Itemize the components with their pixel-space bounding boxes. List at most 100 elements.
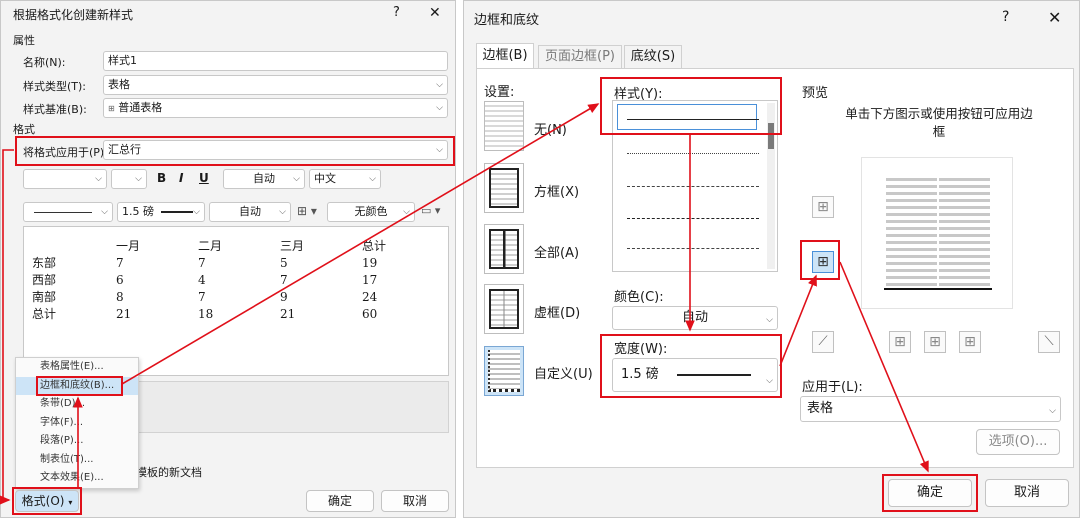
cancel-button[interactable]: 取消 [985,479,1069,507]
style-type-value: 表格 [108,78,130,91]
grid-border-icon [489,229,519,269]
setting-none-label[interactable]: 无(N) [534,119,567,138]
tab-shading[interactable]: 底纹(S) [624,45,682,69]
chevron-down-icon: ⌵ [193,207,200,217]
style-highlight [600,77,782,135]
setting-box-label[interactable]: 方框(X) [534,181,579,200]
table-cell: 南部 [32,290,57,304]
style-base-select[interactable]: ⊞ 普通表格 ⌵ [103,98,448,118]
setting-grid-icon[interactable] [484,284,524,334]
chevron-down-icon: ⌵ [293,174,300,184]
close-button[interactable]: ✕ [429,5,441,21]
diag-up-button[interactable]: ⟋ [812,331,834,353]
new-style-dialog: 根据格式化创建新样式 ? ✕ 属性 名称(N): 样式1 样式类型(T): 表格… [0,0,456,518]
apply-to-select[interactable]: 表格 ⌵ [800,396,1061,422]
italic-button[interactable]: I [179,171,183,185]
font-color-select[interactable]: 自动 ⌵ [223,169,305,189]
cancel-button[interactable]: 取消 [381,490,449,512]
line-style-select[interactable]: ⌵ [23,202,113,222]
shading-value: 无颜色 [354,205,388,218]
table-cell: 19 [362,255,378,270]
border-left-button[interactable]: ⊞ [889,331,911,353]
table-cell: 4 [198,272,206,287]
underline-button[interactable]: U [199,171,209,185]
table-cell: 60 [362,306,378,321]
chevron-down-icon: ⌵ [766,315,773,325]
font-color-value: 自动 [253,172,275,185]
menu-item-text-effects[interactable]: 文本效果(E)... [16,469,138,488]
options-button[interactable]: 选项(O)... [976,429,1060,455]
setting-all-label[interactable]: 全部(A) [534,242,579,261]
border-top-button[interactable]: ⊞ [812,196,834,218]
table-cell: 西部 [32,273,57,287]
language-select[interactable]: 中文 ⌵ [309,169,381,189]
close-button[interactable]: ✕ [1048,8,1061,27]
style-dash[interactable] [627,218,759,219]
line-weight-value: 1.5 磅 [122,205,154,218]
table-row: 东部 7 7 5 19 [32,254,422,271]
diag-down-button[interactable]: ⟍ [1038,331,1060,353]
borders-button[interactable]: ⊞ ▾ [297,204,323,220]
table-cell: 21 [280,306,296,321]
box-border-icon [489,168,519,208]
table-cell: 7 [116,255,124,270]
section-properties: 属性 [13,34,35,47]
border-right-button[interactable]: ⊞ [959,331,981,353]
setting-none-icon[interactable] [484,101,524,151]
menu-item-banding[interactable]: 条带(D)... [16,395,138,414]
line-weight-preview [160,211,193,213]
font-size-select[interactable]: ⌵ [111,169,147,189]
table-cell: 6 [116,272,124,287]
shading-select[interactable]: 无颜色 ⌵ [327,202,415,222]
style-dash-dot[interactable] [627,248,759,249]
color-select[interactable]: 自动 ⌵ [612,306,778,330]
table-cell: 一月 [116,239,141,253]
ok-button[interactable]: 确定 [306,490,374,512]
menu-item-tabs[interactable]: 制表位(T)... [16,451,138,470]
bold-button[interactable]: B [157,171,166,185]
grid-border-icon [489,289,519,329]
setting-all-icon[interactable] [484,224,524,274]
width-select[interactable]: 1.5 磅 ⌵ [612,358,778,392]
tab-page-border[interactable]: 页面边框(P) [538,45,622,69]
chevron-down-icon: ⌵ [1049,406,1056,416]
tab-borders[interactable]: 边框(B) [476,43,534,69]
menu-item-paragraph[interactable]: 段落(P)... [16,432,138,451]
table-cell: 总计 [362,239,387,253]
custom-border-icon [488,350,520,392]
line-weight-select[interactable]: 1.5 磅 ⌵ [117,202,205,222]
table-cell: 9 [280,289,288,304]
setting-custom-label[interactable]: 自定义(U) [534,363,593,382]
style-small-dash[interactable] [627,186,759,187]
menu-item-font[interactable]: 字体(F)... [16,414,138,433]
table-cell: 24 [362,289,378,304]
format-button-highlight [12,487,82,515]
name-field[interactable]: 样式1 [103,51,448,71]
apply-to-label: 将格式应用于(P): [23,146,108,159]
chevron-down-icon: ⌵ [436,103,443,113]
preview-bottom-border [884,288,992,290]
menu-highlight [36,376,123,396]
table-cell: 21 [116,306,132,321]
color-label: 颜色(C): [614,290,664,305]
style-dotted[interactable] [627,153,759,154]
inside-h-highlight [800,240,840,280]
table-row: 西部 6 4 7 17 [32,271,422,288]
help-button[interactable]: ? [393,5,400,20]
apply-to-select[interactable]: 汇总行 ⌵ [103,140,448,160]
setting-custom-icon[interactable] [484,346,524,396]
border-color-select[interactable]: 自动 ⌵ [209,202,291,222]
settings-label: 设置: [484,85,515,100]
font-name-select[interactable]: ⌵ [23,169,107,189]
preview-center-line [937,174,939,286]
menu-item-table-properties[interactable]: 表格属性(E)... [16,358,138,377]
cell-alignment-button[interactable]: ▭ ▾ [421,204,440,217]
style-type-select[interactable]: 表格 ⌵ [103,75,448,95]
chevron-down-icon: ⌵ [436,80,443,90]
border-inside-v-button[interactable]: ⊞ [924,331,946,353]
table-row: 南部 8 7 9 24 [32,288,422,305]
setting-box-icon[interactable] [484,163,524,213]
chevron-down-icon: ⌵ [403,207,410,217]
help-button[interactable]: ? [1002,9,1009,25]
setting-grid-label[interactable]: 虚框(D) [534,302,580,321]
